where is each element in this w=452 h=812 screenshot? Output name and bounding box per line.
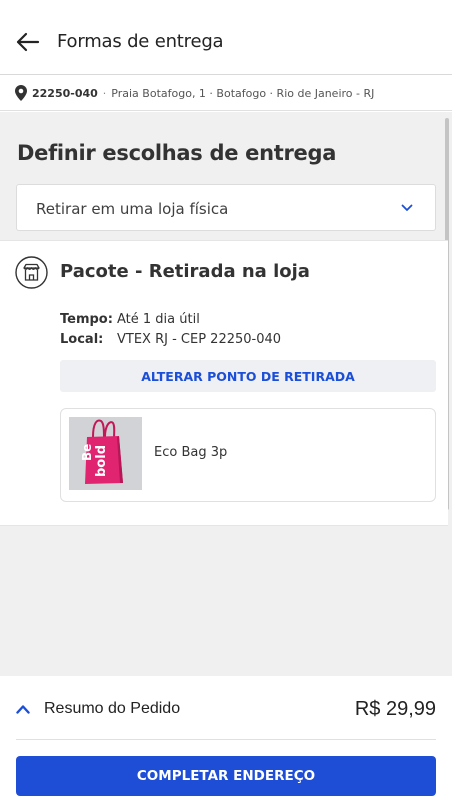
delivery-heading: Definir escolhas de entrega	[17, 141, 337, 165]
product-name: Eco Bag 3p	[154, 445, 228, 460]
map-pin-icon	[15, 85, 27, 101]
address-separator: ·	[102, 86, 107, 100]
product-image: Be bold	[69, 417, 142, 490]
delivery-content: Definir escolhas de entrega Retirar em u…	[0, 112, 452, 676]
divider	[16, 739, 436, 740]
order-footer: Resumo do Pedido R$ 29,99 COMPLETAR ENDE…	[0, 676, 452, 812]
package-card: Pacote - Retirada na loja Tempo: Até 1 di…	[0, 240, 448, 526]
order-summary-label: Resumo do Pedido	[44, 700, 181, 717]
pickup-location-label: Local:	[60, 332, 104, 347]
pickup-location: Local: VTEX RJ - CEP 22250-040	[60, 332, 281, 347]
eco-bag-image: Be bold	[69, 417, 142, 490]
chevron-down-icon	[401, 204, 413, 211]
delivery-method-value: Retirar em uma loja física	[36, 200, 229, 218]
order-total: R$ 29,99	[354, 698, 436, 720]
pickup-time-label: Tempo:	[60, 312, 113, 327]
app-header: Formas de entrega	[0, 0, 452, 75]
pickup-location-value: VTEX RJ - CEP 22250-040	[117, 332, 282, 347]
address-cep: 22250-040	[32, 86, 98, 100]
change-pickup-point-button[interactable]: ALTERAR PONTO DE RETIRADA	[60, 360, 436, 392]
complete-address-button[interactable]: COMPLETAR ENDEREÇO	[16, 756, 436, 796]
page-title: Formas de entrega	[57, 31, 224, 52]
address-text: Praia Botafogo, 1 · Botafogo · Rio de Ja…	[111, 86, 375, 100]
address-bar[interactable]: 22250-040 · Praia Botafogo, 1 · Botafogo…	[0, 76, 452, 111]
arrow-left-icon[interactable]	[14, 30, 40, 54]
product-item: Be bold Eco Bag 3p	[60, 408, 436, 502]
package-title: Pacote - Retirada na loja	[60, 261, 310, 282]
pickup-time-value: Até 1 dia útil	[117, 312, 200, 327]
pickup-time: Tempo: Até 1 dia útil	[60, 312, 200, 327]
chevron-up-icon	[16, 705, 30, 714]
delivery-method-select[interactable]: Retirar em uma loja física	[16, 184, 436, 231]
bag-text-bold: bold	[94, 445, 109, 477]
bag-text-be: Be	[80, 444, 94, 461]
store-icon	[15, 256, 48, 289]
